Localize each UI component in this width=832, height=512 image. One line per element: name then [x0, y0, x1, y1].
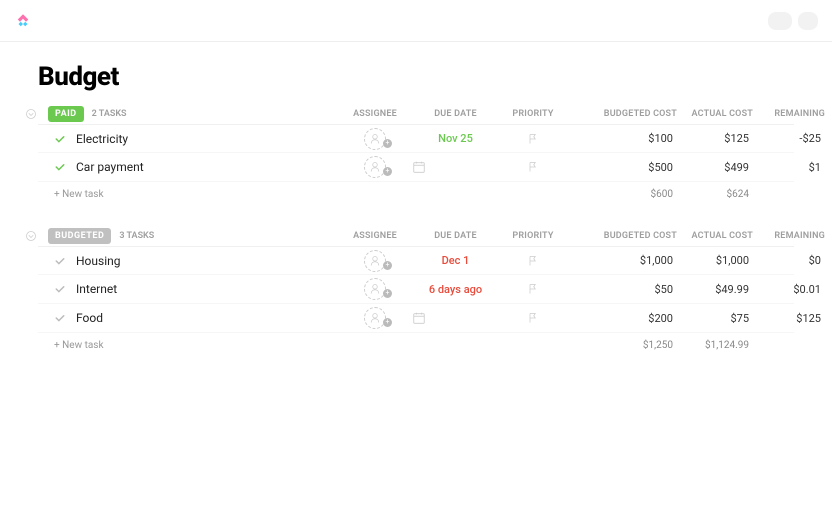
flag-icon[interactable] — [499, 133, 567, 145]
person-icon — [364, 128, 386, 150]
due-date[interactable]: Nov 25 — [412, 132, 499, 145]
task-name[interactable]: Food — [76, 311, 103, 325]
person-icon — [364, 278, 386, 300]
person-icon — [364, 307, 386, 329]
flag-icon[interactable] — [499, 312, 567, 324]
col-remaining[interactable]: REMAINING — [753, 109, 825, 119]
sum-budgeted: $600 — [567, 189, 677, 200]
remaining[interactable]: $125 — [753, 312, 825, 325]
plus-icon: + — [383, 289, 392, 298]
due-date[interactable]: Dec 1 — [412, 254, 499, 267]
task-name[interactable]: Car payment — [76, 160, 144, 174]
budgeted-cost[interactable]: $100 — [567, 132, 677, 145]
assignee-cell[interactable]: + — [338, 250, 412, 272]
topbar — [0, 0, 832, 42]
chevron-down-icon[interactable] — [24, 107, 38, 121]
task-count: 3 TASKS — [119, 231, 154, 241]
calendar-icon[interactable] — [412, 160, 499, 174]
col-due[interactable]: DUE DATE — [412, 231, 499, 241]
flag-icon[interactable] — [499, 161, 567, 173]
flag-icon[interactable] — [499, 283, 567, 295]
task-name[interactable]: Electricity — [76, 132, 128, 146]
col-budgeted[interactable]: BUDGETED COST — [567, 109, 677, 119]
plus-icon: + — [383, 167, 392, 176]
check-icon[interactable] — [54, 312, 66, 324]
sum-actual: $624 — [677, 189, 753, 200]
task-count: 2 TASKS — [92, 109, 127, 119]
check-icon[interactable] — [54, 161, 66, 173]
budgeted-cost[interactable]: $1,000 — [567, 254, 677, 267]
status-badge[interactable]: BUDGETED — [48, 228, 111, 244]
table-row[interactable]: Car payment + $500 $499 $1 — [38, 153, 794, 182]
sum-row: + New task $1,250 $1,124.99 — [38, 333, 794, 357]
content: Budget PAID 2 TASKS ASSIGNEE DUE DATE PR… — [0, 42, 832, 357]
assignee-cell[interactable]: + — [338, 278, 412, 300]
check-icon[interactable] — [54, 283, 66, 295]
app-logo — [14, 12, 32, 30]
table-row[interactable]: Electricity + Nov 25 $100 $125 -$25 — [38, 124, 794, 153]
sum-actual: $1,124.99 — [677, 340, 753, 351]
col-budgeted[interactable]: BUDGETED COST — [567, 231, 677, 241]
budgeted-cost[interactable]: $200 — [567, 312, 677, 325]
table-row[interactable]: Internet + 6 days ago $50 $49.99 $0.01 — [38, 275, 794, 304]
sum-budgeted: $1,250 — [567, 340, 677, 351]
col-actual[interactable]: ACTUAL COST — [677, 109, 753, 119]
actual-cost[interactable]: $125 — [677, 132, 753, 145]
due-date[interactable]: 6 days ago — [412, 283, 499, 296]
actual-cost[interactable]: $499 — [677, 161, 753, 174]
task-name[interactable]: Internet — [76, 282, 117, 296]
col-priority[interactable]: PRIORITY — [499, 231, 567, 241]
new-task-button[interactable]: + New task — [38, 189, 338, 200]
plus-icon: + — [383, 318, 392, 327]
remaining[interactable]: -$25 — [753, 132, 825, 145]
section-header: PAID 2 TASKS ASSIGNEE DUE DATE PRIORITY … — [38, 106, 794, 122]
person-icon — [364, 250, 386, 272]
table-row[interactable]: Housing + Dec 1 $1,000 $1,000 $0 — [38, 246, 794, 275]
topbar-button-2[interactable] — [798, 12, 818, 30]
calendar-icon[interactable] — [412, 311, 499, 325]
table-row[interactable]: Food + $200 $75 $125 — [38, 304, 794, 333]
remaining[interactable]: $0.01 — [753, 283, 825, 296]
actual-cost[interactable]: $49.99 — [677, 283, 753, 296]
chevron-down-icon[interactable] — [24, 229, 38, 243]
remaining[interactable]: $0 — [753, 254, 825, 267]
new-task-button[interactable]: + New task — [38, 340, 338, 351]
topbar-button-1[interactable] — [768, 12, 792, 30]
col-remaining[interactable]: REMAINING — [753, 231, 825, 241]
check-icon[interactable] — [54, 133, 66, 145]
assignee-cell[interactable]: + — [338, 307, 412, 329]
budgeted-cost[interactable]: $50 — [567, 283, 677, 296]
task-name[interactable]: Housing — [76, 254, 121, 268]
status-badge[interactable]: PAID — [48, 106, 84, 122]
col-priority[interactable]: PRIORITY — [499, 109, 567, 119]
col-due[interactable]: DUE DATE — [412, 109, 499, 119]
plus-icon: + — [383, 139, 392, 148]
col-assignee[interactable]: ASSIGNEE — [338, 231, 412, 241]
actual-cost[interactable]: $1,000 — [677, 254, 753, 267]
section-header: BUDGETED 3 TASKS ASSIGNEE DUE DATE PRIOR… — [38, 228, 794, 244]
sum-row: + New task $600 $624 — [38, 182, 794, 206]
topbar-buttons — [768, 12, 818, 30]
actual-cost[interactable]: $75 — [677, 312, 753, 325]
budgeted-cost[interactable]: $500 — [567, 161, 677, 174]
check-icon[interactable] — [54, 255, 66, 267]
page-title: Budget — [38, 62, 794, 92]
assignee-cell[interactable]: + — [338, 128, 412, 150]
person-icon — [364, 156, 386, 178]
col-assignee[interactable]: ASSIGNEE — [338, 109, 412, 119]
col-actual[interactable]: ACTUAL COST — [677, 231, 753, 241]
assignee-cell[interactable]: + — [338, 156, 412, 178]
remaining[interactable]: $1 — [753, 161, 825, 174]
flag-icon[interactable] — [499, 255, 567, 267]
plus-icon: + — [383, 261, 392, 270]
